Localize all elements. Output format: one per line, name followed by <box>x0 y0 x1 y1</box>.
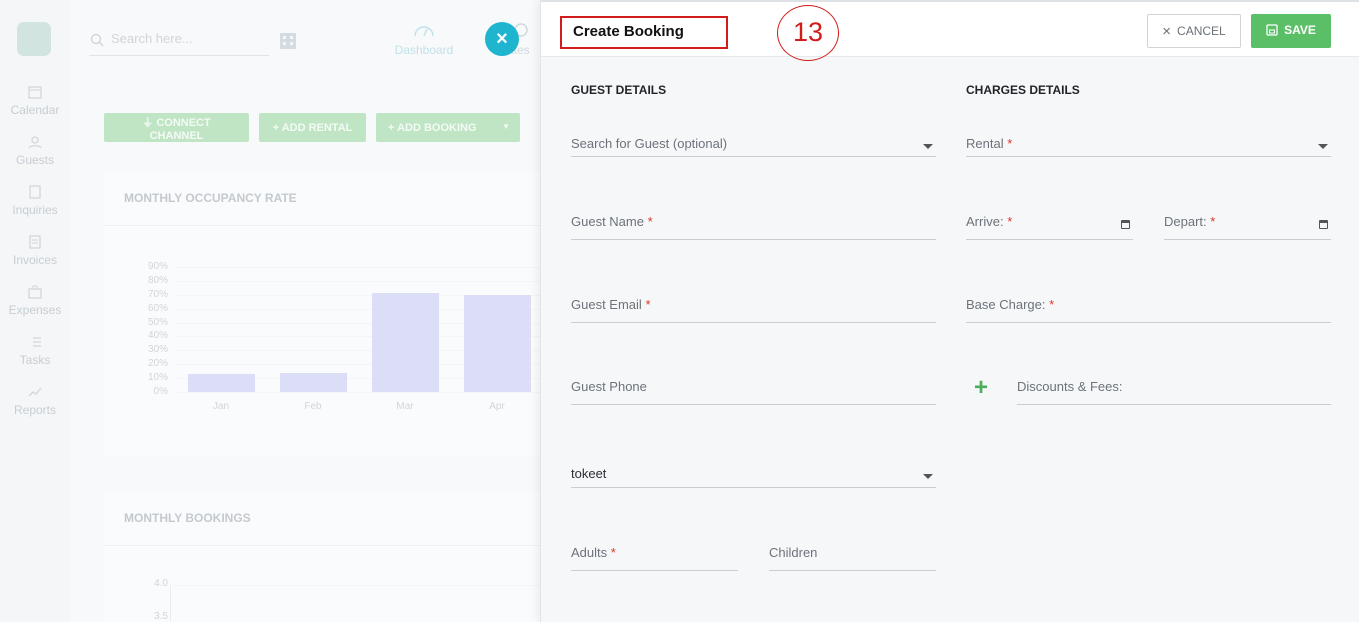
charges-details-heading: CHARGES DETAILS <box>966 83 1080 97</box>
close-icon: × <box>496 28 508 50</box>
save-button[interactable]: SAVE <box>1251 14 1331 48</box>
booking-source-value: tokeet <box>571 466 607 481</box>
calendar-icon[interactable] <box>1121 220 1130 229</box>
cancel-button[interactable]: × CANCEL <box>1147 14 1241 48</box>
drawer-header: Create Booking 13 × CANCEL SAVE <box>541 0 1359 61</box>
dropdown-caret-icon <box>923 474 933 479</box>
base-charge-label: Base Charge: <box>966 297 1046 312</box>
save-label: SAVE <box>1284 23 1316 37</box>
dropdown-caret-icon <box>923 144 933 149</box>
depart-date-field[interactable]: Depart: * <box>1164 209 1331 240</box>
add-fee-plus-icon[interactable]: + <box>974 376 988 400</box>
guest-email-field[interactable]: Guest Email * <box>571 292 936 323</box>
arrive-date-field[interactable]: Arrive: * <box>966 209 1133 240</box>
arrive-label: Arrive: <box>966 214 1004 229</box>
depart-label: Depart: <box>1164 214 1207 229</box>
guest-name-field[interactable]: Guest Name * <box>571 209 936 240</box>
children-field[interactable]: Children <box>769 540 936 571</box>
adults-label: Adults <box>571 545 608 560</box>
step-number-badge: 13 <box>777 5 839 61</box>
modal-overlay[interactable] <box>0 0 540 622</box>
guest-phone-field[interactable]: Guest Phone <box>571 374 936 405</box>
close-icon: × <box>1162 22 1172 40</box>
rental-label: Rental <box>966 136 1004 151</box>
close-drawer-button[interactable]: × <box>485 22 519 56</box>
required-mark: * <box>645 297 651 312</box>
drawer-title: Create Booking <box>573 23 684 40</box>
guest-name-label: Guest Name <box>571 214 644 229</box>
required-mark: * <box>1210 214 1216 229</box>
guest-search-label: Search for Guest (optional) <box>571 136 728 151</box>
cancel-label: CANCEL <box>1177 24 1226 38</box>
calendar-icon[interactable] <box>1319 220 1328 229</box>
base-charge-field[interactable]: Base Charge: * <box>966 292 1331 323</box>
create-booking-drawer: Create Booking 13 × CANCEL SAVE GUEST DET… <box>540 0 1359 622</box>
discounts-fees-field[interactable]: Discounts & Fees: <box>1017 374 1331 405</box>
rental-select[interactable]: Rental * <box>966 131 1331 157</box>
adults-field[interactable]: Adults * <box>571 540 738 571</box>
required-mark: * <box>1049 297 1055 312</box>
dropdown-caret-icon <box>1318 144 1328 149</box>
discounts-fees-label: Discounts & Fees: <box>1017 379 1123 394</box>
booking-source-select[interactable]: tokeet <box>571 461 936 488</box>
title-highlight-box: Create Booking <box>560 16 728 49</box>
required-mark: * <box>610 545 616 560</box>
guest-email-label: Guest Email <box>571 297 642 312</box>
children-label: Children <box>769 545 818 560</box>
required-mark: * <box>1007 214 1013 229</box>
guest-phone-label: Guest Phone <box>571 379 647 394</box>
required-mark: * <box>1007 136 1013 151</box>
required-mark: * <box>647 214 653 229</box>
save-icon <box>1266 24 1278 36</box>
guest-details-heading: GUEST DETAILS <box>571 83 667 97</box>
guest-search-select[interactable]: Search for Guest (optional) <box>571 131 936 157</box>
